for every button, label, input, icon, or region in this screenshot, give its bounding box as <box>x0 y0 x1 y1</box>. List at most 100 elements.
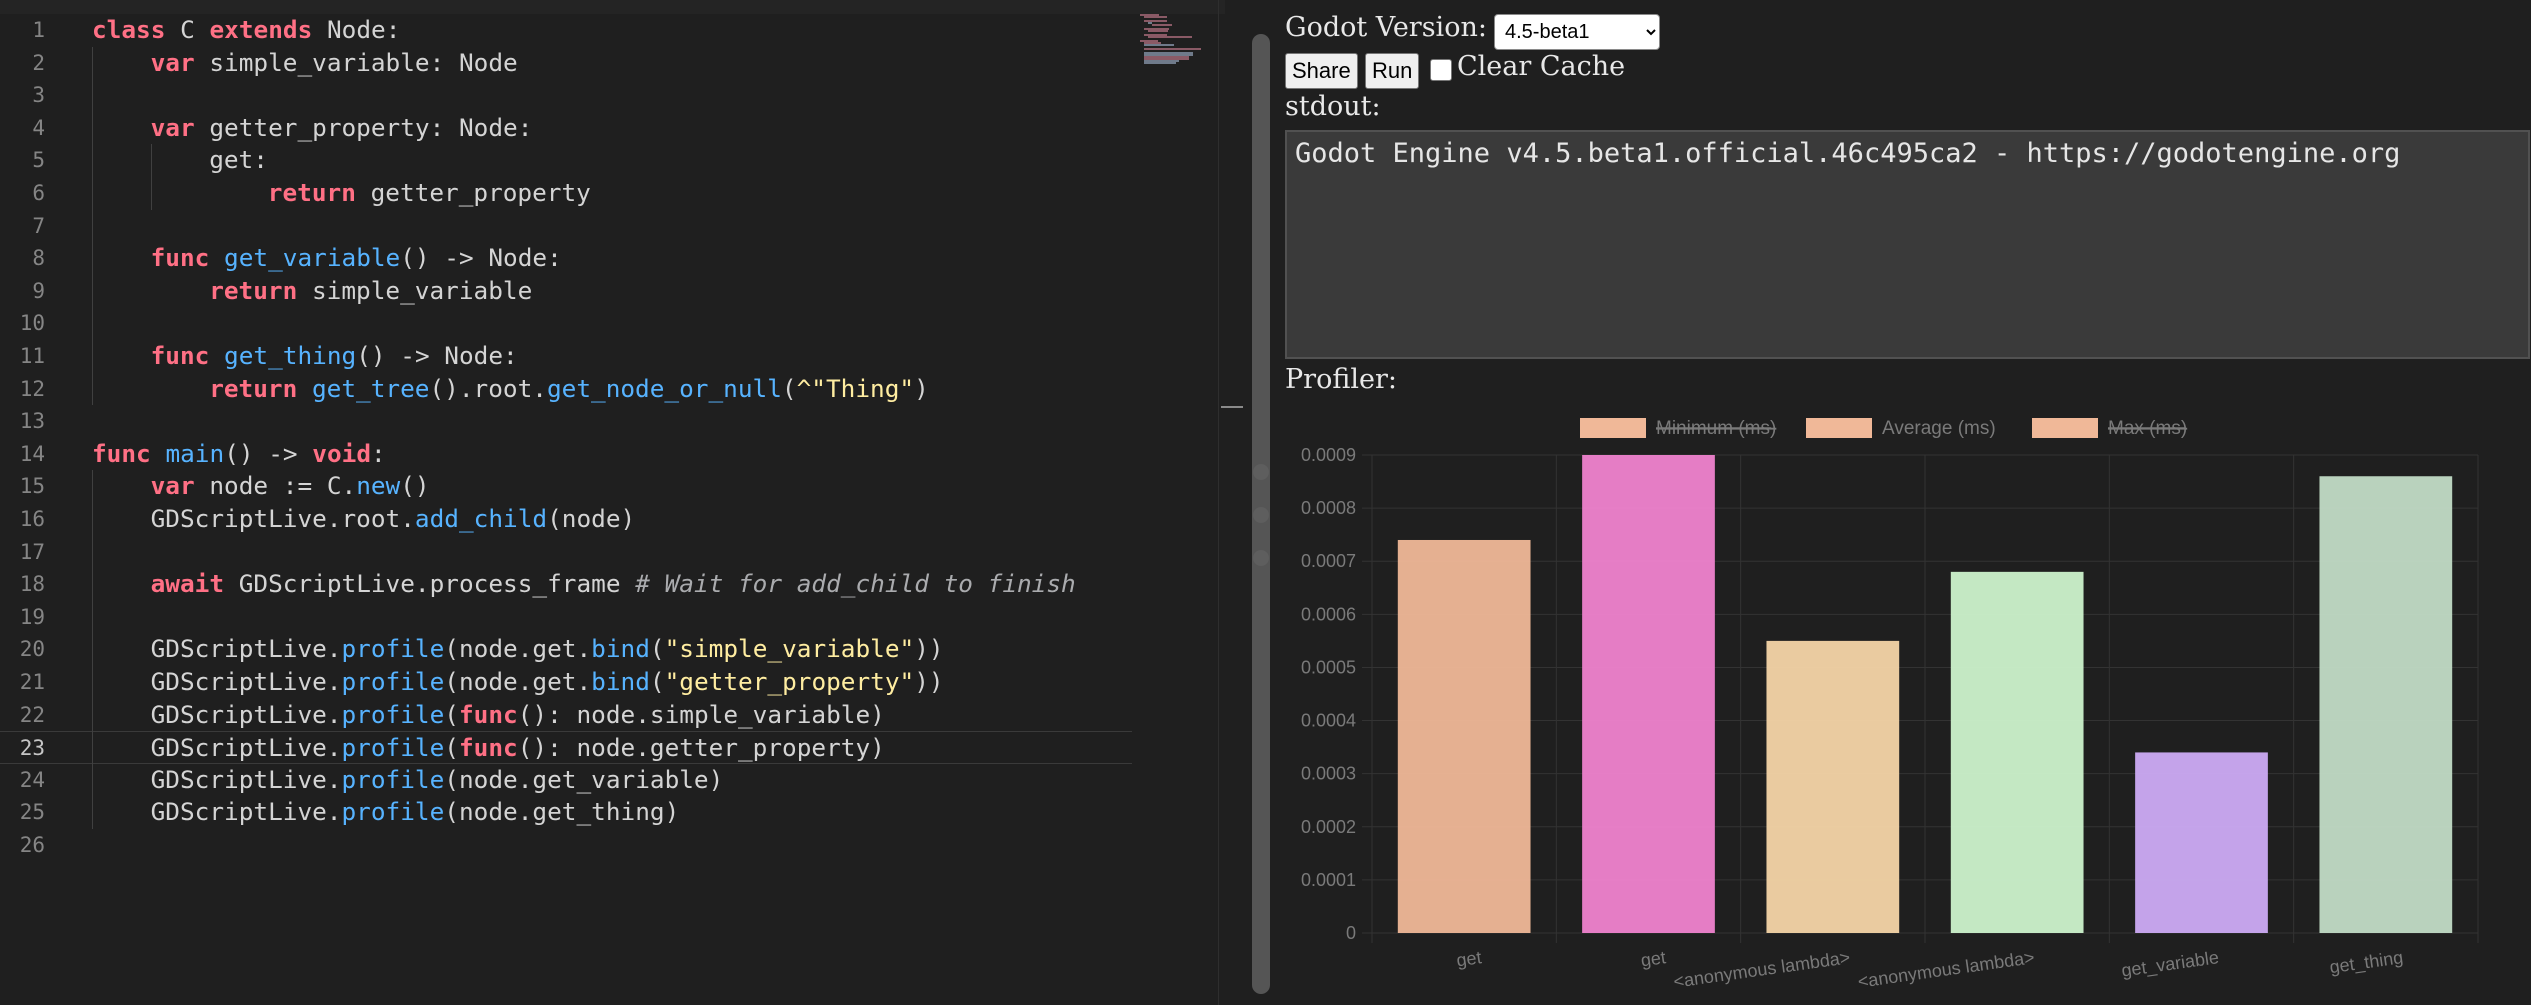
y-tick-label: 0.0001 <box>1301 870 1356 890</box>
splitter-handle-dot[interactable] <box>1253 550 1269 566</box>
y-tick-label: 0 <box>1346 923 1356 943</box>
code-text: GDScriptLive.profile(node.get.bind("simp… <box>150 634 944 664</box>
stdout-output[interactable]: Godot Engine v4.5.beta1.official.46c495c… <box>1285 130 2530 359</box>
code-text: var node := C.new() <box>150 471 430 501</box>
line-number: 26 <box>19 833 45 857</box>
line-number: 24 <box>19 767 45 792</box>
minimap-line <box>1152 24 1172 26</box>
minimap-line <box>1144 48 1201 50</box>
panel-splitter[interactable] <box>1244 12 1276 1005</box>
code-text: GDScriptLive.profile(func(): node.getter… <box>150 733 885 763</box>
stdout-label: stdout: <box>1285 91 1381 122</box>
code-line[interactable]: 13 <box>0 405 1225 438</box>
code-line[interactable]: 17 <box>0 536 1225 569</box>
splitter-handle-dot[interactable] <box>1253 507 1269 523</box>
editor-scrollbar[interactable] <box>1218 0 1219 1005</box>
code-line[interactable]: 21 GDScriptLive.profile(node.get.bind("ge… <box>0 666 1225 699</box>
line-number: 1 <box>32 18 45 42</box>
code-line[interactable]: 12 return get_tree().root.get_node_or_nul… <box>0 373 1225 406</box>
minimap-line <box>1144 62 1177 64</box>
code-line[interactable]: 4 var getter_property: Node: <box>0 112 1225 145</box>
line-number: 20 <box>19 637 45 662</box>
code-text: func main() -> void: <box>92 438 386 468</box>
line-number: 9 <box>32 278 45 303</box>
profiler-chart: 0 0.0001 0.0002 0.0003 0.0004 0.0005 0.0006 0.0… <box>1301 418 2479 992</box>
code-line[interactable]: 15 var node := C.new() <box>0 470 1225 503</box>
clear-cache-checkbox[interactable] <box>1430 59 1452 81</box>
y-tick-label: 0.0002 <box>1301 817 1356 837</box>
indent-guide <box>92 470 93 829</box>
minimap-line <box>1144 16 1167 18</box>
code-line[interactable]: 6 return getter_property <box>0 177 1225 210</box>
y-tick-label: 0.0005 <box>1301 657 1356 677</box>
run-button[interactable]: Run <box>1365 53 1420 89</box>
line-number: 8 <box>32 246 45 271</box>
minimap[interactable] <box>1140 14 1210 70</box>
code-text: func get_variable() -> Node: <box>150 243 562 273</box>
code-text: func get_thing() -> Node: <box>150 341 518 370</box>
code-line[interactable]: 7 <box>0 210 1225 243</box>
splitter-handle-dot[interactable] <box>1253 464 1269 480</box>
line-number: 3 <box>32 83 45 108</box>
code-line[interactable]: 16 GDScriptLive.root.add_child(node) <box>0 503 1225 536</box>
code-line[interactable]: 9 return simple_variable <box>0 275 1225 308</box>
code-line[interactable]: 8 func get_variable() -> Node: <box>0 242 1225 275</box>
code-text: await GDScriptLive.process_frame # Wait … <box>150 569 1076 599</box>
share-button[interactable]: Share <box>1285 53 1358 89</box>
line-number: 23 <box>19 736 45 761</box>
code-line[interactable]: 10 <box>0 307 1225 340</box>
x-tick-label: get_thing <box>2328 947 2404 978</box>
output-panel: Godot Version: 4.5-beta1 Share Run Clear… <box>1276 0 2531 1005</box>
code-text: GDScriptLive.profile(node.get_variable) <box>150 764 724 794</box>
code-line[interactable]: 19 <box>0 601 1225 634</box>
code-editor[interactable]: 1 class C extends Node: 2 var simple_variab… <box>0 0 1243 1005</box>
code-line[interactable]: 14 func main() -> void: <box>0 438 1225 471</box>
legend-swatch <box>1806 418 1872 438</box>
code-text: GDScriptLive.root.add_child(node) <box>150 504 636 533</box>
code-line[interactable]: 1 class C extends Node: <box>0 14 1225 47</box>
legend-swatch <box>2032 418 2098 438</box>
line-number: 21 <box>19 670 45 694</box>
code-line[interactable]: 20 GDScriptLive.profile(node.get.bind("si… <box>0 633 1225 666</box>
bar <box>1766 640 1900 933</box>
code-text: GDScriptLive.profile(node.get_thing) <box>150 797 680 827</box>
code-line[interactable]: 23 GDScriptLive.profile(func(): node.gett… <box>0 731 1132 764</box>
code-line[interactable]: 3 <box>0 79 1225 112</box>
code-text: class C extends Node: <box>92 15 401 44</box>
legend-swatch <box>1580 418 1646 438</box>
y-tick-label: 0.0006 <box>1301 604 1356 624</box>
y-tick-label: 0.0007 <box>1301 551 1356 571</box>
code-text: return simple_variable <box>209 275 533 305</box>
line-number: 16 <box>19 507 45 531</box>
code-line[interactable]: 25 GDScriptLive.profile(node.get_thing) <box>0 796 1225 829</box>
profiler-label: Profiler: <box>1285 364 1397 395</box>
code-line[interactable]: 22 GDScriptLive.profile(func(): node.simp… <box>0 699 1225 732</box>
indent-guide <box>92 46 93 406</box>
y-tick-label: 0.0009 <box>1301 445 1356 465</box>
line-number: 14 <box>19 441 45 466</box>
y-tick-label: 0.0008 <box>1301 498 1356 518</box>
line-number: 12 <box>19 376 45 401</box>
clear-cache-label[interactable]: Clear Cache <box>1457 51 1625 82</box>
godot-version-select[interactable]: 4.5-beta1 <box>1494 14 1660 50</box>
code-line[interactable]: 5 get: <box>0 144 1225 177</box>
bar <box>1582 455 1715 933</box>
x-tick-label: get_variable <box>2120 947 2220 981</box>
code-text: GDScriptLive.profile(func(): node.simple… <box>150 699 885 729</box>
code-line[interactable]: 18 await GDScriptLive.process_frame # Wai… <box>0 568 1225 601</box>
editor-top-strip <box>0 0 1225 14</box>
code-line[interactable]: 2 var simple_variable: Node <box>0 47 1225 80</box>
x-tick-label: get <box>1639 947 1667 970</box>
line-number: 11 <box>19 344 45 368</box>
code-line[interactable]: 26 <box>0 829 1225 862</box>
line-number: 15 <box>19 474 45 499</box>
code-text: return get_tree().root.get_node_or_null(… <box>209 373 929 403</box>
y-tick-label: 0.0004 <box>1301 711 1356 731</box>
line-number: 10 <box>19 311 45 336</box>
code-line[interactable]: 11 func get_thing() -> Node: <box>0 340 1225 373</box>
bar <box>2319 476 2453 933</box>
minimap-line <box>1144 44 1174 46</box>
minimap-line <box>1148 30 1168 32</box>
code-line[interactable]: 24 GDScriptLive.profile(node.get_variable… <box>0 764 1225 797</box>
code-text: return getter_property <box>267 178 591 207</box>
